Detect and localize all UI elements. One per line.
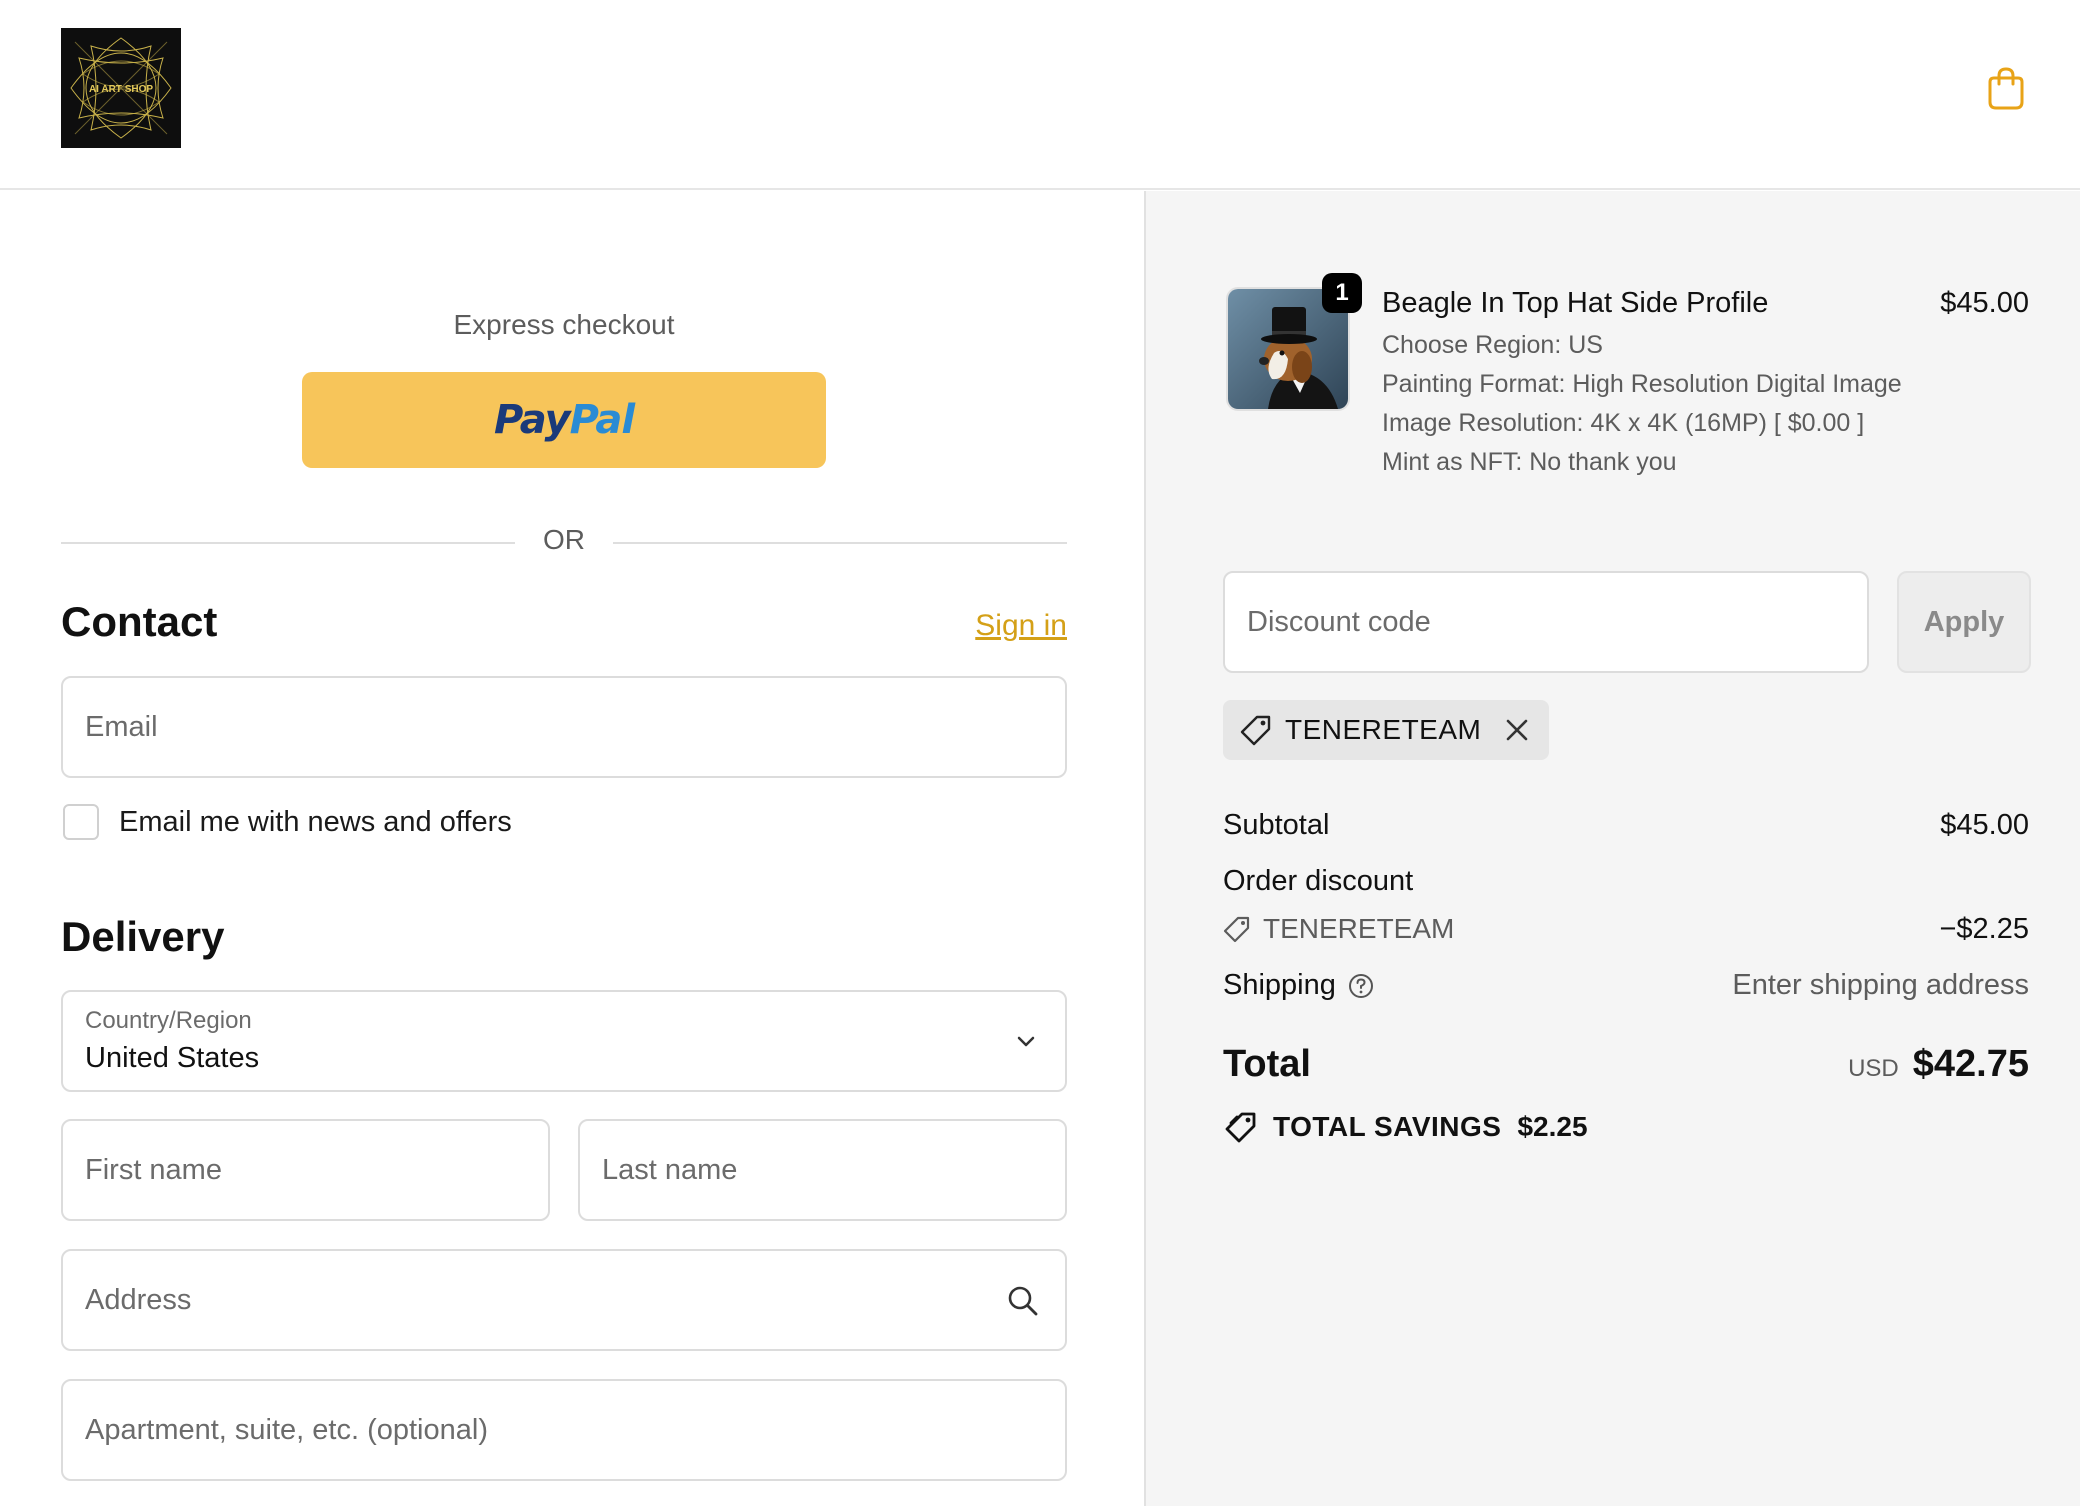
email-input[interactable] xyxy=(85,678,1043,776)
product-option-format: Painting Format: High Resolution Digital… xyxy=(1382,370,1902,398)
shipping-label: Shipping xyxy=(1223,969,1336,1001)
apartment-field[interactable] xyxy=(61,1379,1067,1481)
discount-code-name: TENERETEAM xyxy=(1263,913,1455,944)
express-checkout-label: Express checkout xyxy=(453,309,675,340)
shipping-row: Shipping xyxy=(1223,969,1374,1002)
order-discount-label: Order discount xyxy=(1223,865,1414,897)
email-field[interactable] xyxy=(61,676,1067,778)
country-value: United States xyxy=(85,1042,260,1074)
chevron-down-icon xyxy=(1017,1036,1035,1047)
news-opt-in[interactable]: Email me with news and offers xyxy=(63,803,512,841)
discount-field[interactable] xyxy=(1223,571,1869,673)
remove-discount-close-icon[interactable] xyxy=(1503,716,1531,744)
country-label: Country/Region xyxy=(85,1007,252,1034)
cart-button[interactable] xyxy=(1982,64,2030,112)
order-summary: 1 Beagle In Top Hat Side Profile $45.00 … xyxy=(1144,191,2080,1506)
paypal-logo-pal: Pal xyxy=(569,397,635,443)
subtotal-label: Subtotal xyxy=(1223,809,1330,841)
discount-code-row: TENERETEAM xyxy=(1223,913,1454,945)
divider-line-right xyxy=(613,542,1067,544)
total-amount: USD $42.75 xyxy=(1848,1043,2029,1086)
tag-icon xyxy=(1240,715,1271,746)
sign-in-link[interactable]: Sign in xyxy=(975,609,1067,643)
product-option-region: Choose Region: US xyxy=(1382,331,1603,359)
product-option-nft: Mint as NFT: No thank you xyxy=(1382,448,1677,476)
shipping-value: Enter shipping address xyxy=(1732,969,2029,1001)
address-input[interactable] xyxy=(85,1251,1043,1349)
discount-input[interactable] xyxy=(1247,573,1847,671)
product-price: $45.00 xyxy=(1940,287,2029,319)
first-name-field[interactable] xyxy=(61,1119,550,1221)
search-icon[interactable] xyxy=(1007,1285,1039,1317)
discount-value: −$2.25 xyxy=(1939,913,2029,945)
news-checkbox-label: Email me with news and offers xyxy=(119,805,512,838)
paypal-button[interactable]: Pay Pal xyxy=(302,372,826,468)
logo-art-icon: AI ART SHOP xyxy=(61,28,181,148)
savings-tag-icon xyxy=(1225,1112,1256,1143)
shop-logo[interactable]: AI ART SHOP xyxy=(61,28,181,148)
last-name-input[interactable] xyxy=(602,1121,1043,1219)
delivery-title: Delivery xyxy=(61,913,225,960)
svg-text:AI ART SHOP: AI ART SHOP xyxy=(89,84,153,95)
or-divider: OR xyxy=(61,522,1067,562)
news-checkbox[interactable] xyxy=(63,804,99,840)
shopping-bag-icon xyxy=(1988,67,2024,110)
header: AI ART SHOP xyxy=(0,0,2080,190)
subtotal-value: $45.00 xyxy=(1940,809,2029,841)
total-savings-value: $2.25 xyxy=(1517,1111,1588,1142)
paypal-logo-pay: Pay xyxy=(493,397,571,443)
contact-title: Contact xyxy=(61,598,218,645)
total-savings: TOTAL SAVINGS $2.25 xyxy=(1223,1109,1588,1145)
address-field[interactable] xyxy=(61,1249,1067,1351)
quantity-badge: 1 xyxy=(1322,273,1362,313)
applied-discount-code: TENERETEAM xyxy=(1285,714,1482,745)
last-name-field[interactable] xyxy=(578,1119,1067,1221)
tag-icon xyxy=(1223,916,1250,943)
checkout-form: Express checkout Pay Pal OR Contact Sign … xyxy=(0,191,1144,1506)
first-name-input[interactable] xyxy=(85,1121,526,1219)
total-currency: USD xyxy=(1848,1055,1899,1082)
help-circle-icon[interactable] xyxy=(1348,973,1374,999)
total-label: Total xyxy=(1223,1043,1311,1085)
apartment-input[interactable] xyxy=(85,1381,1043,1479)
country-select[interactable]: Country/Region United States xyxy=(61,990,1067,1092)
total-value: $42.75 xyxy=(1912,1043,2029,1085)
total-savings-label: TOTAL SAVINGS xyxy=(1273,1111,1502,1142)
product-option-resolution: Image Resolution: 4K x 4K (16MP) [ $0.00… xyxy=(1382,409,1865,437)
apply-discount-button[interactable]: Apply xyxy=(1897,571,2031,673)
product-title: Beagle In Top Hat Side Profile xyxy=(1382,287,1769,319)
or-text: OR xyxy=(543,524,585,555)
applied-discount-chip: TENERETEAM xyxy=(1223,700,1550,760)
